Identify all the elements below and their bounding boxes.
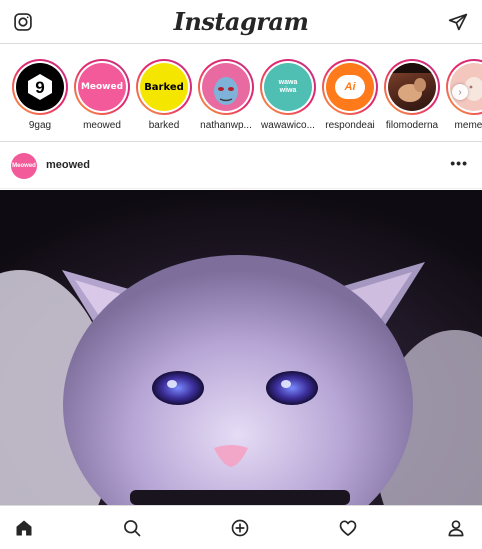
story-avatar: wawa wiwa xyxy=(264,63,312,111)
profile-icon[interactable] xyxy=(446,518,466,538)
story-avatar: Barked xyxy=(140,63,188,111)
story-username: respondeai xyxy=(325,120,375,131)
direct-message-icon[interactable] xyxy=(448,12,468,32)
search-icon[interactable] xyxy=(122,518,142,538)
activity-heart-icon[interactable] xyxy=(338,518,358,538)
new-post-icon[interactable] xyxy=(230,518,250,538)
story-username: wawawico... xyxy=(261,120,315,131)
story-item-wawawico[interactable]: wawa wiwa wawawico... xyxy=(257,59,319,131)
instagram-logo[interactable]: Instagram xyxy=(0,7,482,36)
post-author-username[interactable]: meowed xyxy=(46,159,90,171)
story-username: memeria xyxy=(454,120,482,131)
story-avatar xyxy=(202,63,250,111)
stories-tray: 9 9gag Meowed meowed Barked barked natha… xyxy=(0,45,482,142)
story-username: filomoderna xyxy=(385,120,439,131)
story-username: nathanwp... xyxy=(200,120,252,131)
story-item-barked[interactable]: Barked barked xyxy=(133,59,195,131)
bottom-navigation xyxy=(0,505,482,549)
post-image[interactable] xyxy=(0,190,482,505)
story-item-meowed[interactable]: Meowed meowed xyxy=(71,59,133,131)
top-bar: Instagram xyxy=(0,0,482,44)
story-username: barked xyxy=(148,120,180,131)
post-author-avatar-text: Meowed xyxy=(12,163,36,169)
home-icon[interactable] xyxy=(14,518,34,538)
story-username: meowed xyxy=(83,120,121,131)
svg-text:9: 9 xyxy=(35,78,44,97)
stories-next-icon[interactable]: › xyxy=(452,84,468,100)
story-username: 9gag xyxy=(28,120,52,131)
story-item-filomoderna[interactable]: filomoderna xyxy=(381,59,443,131)
story-avatar: Meowed xyxy=(78,63,126,111)
post-header: Meowed meowed ••• xyxy=(0,142,482,189)
story-item-nathanwp[interactable]: nathanwp... xyxy=(195,59,257,131)
story-avatar: 9 xyxy=(16,63,64,111)
story-avatar xyxy=(388,63,436,111)
story-item-9gag[interactable]: 9 9gag xyxy=(9,59,71,131)
story-item-respondeai[interactable]: Ai respondeai xyxy=(319,59,381,131)
post-author-avatar[interactable]: Meowed xyxy=(11,153,37,179)
story-avatar: Ai xyxy=(326,63,374,111)
more-options-icon[interactable]: ••• xyxy=(450,155,468,171)
